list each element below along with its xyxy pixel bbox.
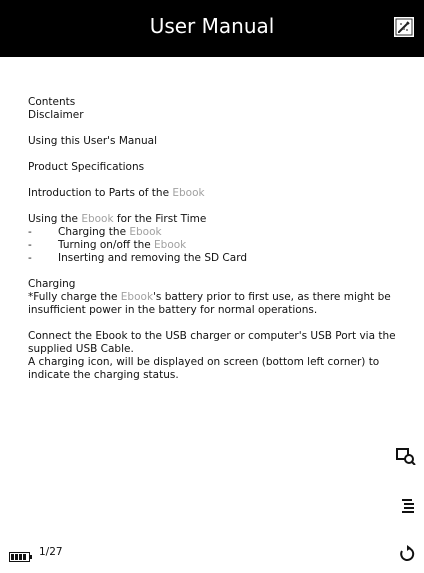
first-time-suffix: for the First Time — [113, 213, 207, 225]
table-of-contents-icon[interactable] — [400, 498, 416, 518]
connect-paragraph: Connect the Ebook to the USB charger or … — [28, 330, 396, 355]
toc-product-specs[interactable]: Product Specifications — [28, 161, 412, 174]
toc-using-manual[interactable]: Using this User's Manual — [28, 135, 412, 148]
bullet-turning-on-off[interactable]: - Turning on/off the Ebook — [28, 239, 412, 252]
ebook-link: Ebook — [129, 226, 162, 238]
charging-icon-paragraph: A charging icon, will be displayed on sc… — [28, 356, 380, 381]
ebook-link: Ebook — [120, 291, 154, 303]
manual-page-content: Contents Disclaimer Using this User's Ma… — [28, 96, 412, 382]
first-time-prefix: Using the — [28, 213, 82, 225]
bullet-dash: - — [28, 239, 32, 251]
intro-text: Introduction to Parts of the — [28, 187, 173, 199]
zoom-page-icon[interactable] — [396, 447, 416, 469]
charging-heading: Charging — [28, 278, 76, 290]
contents-heading: Contents — [28, 96, 76, 108]
bullet-charging[interactable]: - Charging the Ebook — [28, 226, 412, 239]
toc-disclaimer[interactable]: Disclaimer — [28, 109, 412, 122]
toc-intro-parts[interactable]: Introduction to Parts of the Ebook — [28, 187, 412, 200]
page-indicator: 1/27 — [39, 546, 63, 558]
rotate-refresh-icon[interactable] — [398, 545, 416, 567]
battery-full-icon — [9, 547, 33, 566]
note-prefix: *Fully charge the — [28, 291, 121, 303]
bullet-text: Charging the — [58, 226, 130, 238]
title-bar: User Manual — [0, 0, 424, 57]
charging-note: *Fully charge the Ebook's battery prior … — [28, 291, 412, 317]
edit-note-icon[interactable] — [394, 17, 414, 37]
ebook-link: Ebook — [81, 213, 114, 225]
ebook-link: Ebook — [154, 239, 187, 251]
bullet-text: Inserting and removing the SD Card — [58, 252, 247, 264]
ebook-link: Ebook — [172, 187, 205, 199]
bullet-dash: - — [28, 226, 32, 238]
bullet-dash: - — [28, 252, 32, 264]
bullet-text: Turning on/off the — [58, 239, 155, 251]
bullet-sd-card[interactable]: - Inserting and removing the SD Card — [28, 252, 412, 265]
toc-first-time[interactable]: Using the Ebook for the First Time — [28, 213, 412, 226]
page-title: User Manual — [149, 14, 275, 38]
